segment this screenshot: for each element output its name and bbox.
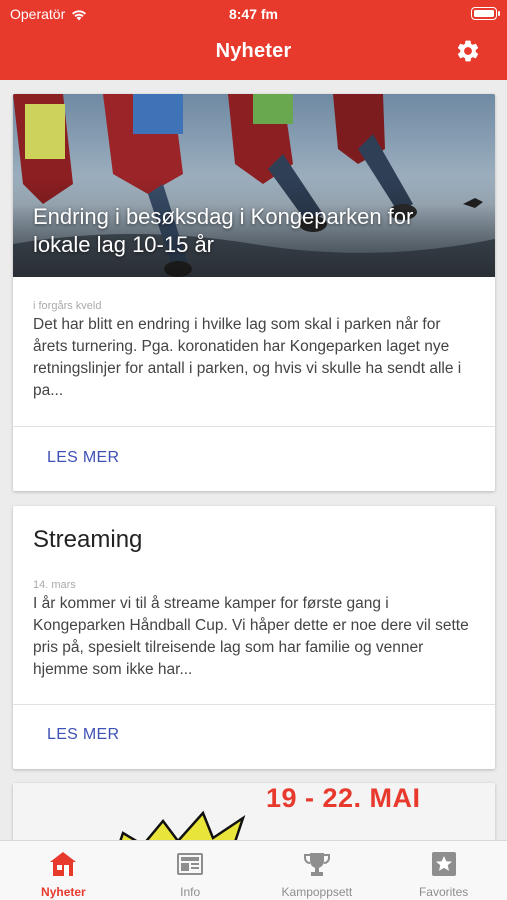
newspaper-icon: [177, 853, 204, 875]
tab-label: Kampoppsett: [281, 885, 353, 899]
news-card[interactable]: 19 - 22. MAI: [13, 783, 495, 840]
news-title: Endring i besøksdag i Kongeparken for lo…: [33, 204, 414, 257]
status-time: 8:47 fm: [228, 6, 279, 22]
tab-nyheter[interactable]: Nyheter: [0, 841, 127, 900]
news-feed[interactable]: Endring i besøksdag i Kongeparken for lo…: [0, 80, 507, 840]
tab-favorites[interactable]: Favorites: [380, 841, 507, 900]
news-hero-image: Endring i besøksdag i Kongeparken for lo…: [13, 94, 495, 277]
card-divider: [13, 426, 495, 427]
tab-label: Favorites: [418, 885, 469, 899]
gear-icon[interactable]: [455, 38, 481, 64]
home-icon: [50, 852, 77, 876]
read-more-button[interactable]: LES MER: [47, 726, 119, 744]
tab-label: Info: [180, 885, 201, 899]
battery-icon: [471, 7, 500, 20]
tab-label: Nyheter: [41, 885, 86, 899]
status-bar: Operatör 8:47 fm: [0, 6, 507, 24]
trophy-icon: [303, 853, 330, 876]
news-card[interactable]: Streaming 14. mars I år kommer vi til å …: [13, 506, 495, 769]
news-title: Streaming: [33, 526, 143, 553]
news-excerpt: Det har blitt en endring i hvilke lag so…: [33, 316, 462, 399]
event-dates: 19 - 22. MAI: [266, 783, 421, 813]
card-divider: [13, 704, 495, 705]
tab-kampoppsett[interactable]: Kampoppsett: [254, 841, 381, 900]
app-header: Operatör 8:47 fm Nyheter: [0, 0, 507, 80]
news-excerpt: I år kommer vi til å streame kamper for …: [33, 595, 469, 678]
tab-bar: Nyheter Info Kampoppsett Favorites: [0, 840, 507, 900]
star-icon: [431, 852, 456, 876]
event-banner-image: [13, 783, 495, 840]
tab-info[interactable]: Info: [127, 841, 254, 900]
news-date: 14. mars: [33, 579, 76, 591]
read-more-button[interactable]: LES MER: [47, 449, 119, 467]
page-title: Nyheter: [215, 40, 292, 62]
news-date: i forgårs kveld: [33, 300, 102, 312]
news-card[interactable]: Endring i besøksdag i Kongeparken for lo…: [13, 94, 495, 491]
